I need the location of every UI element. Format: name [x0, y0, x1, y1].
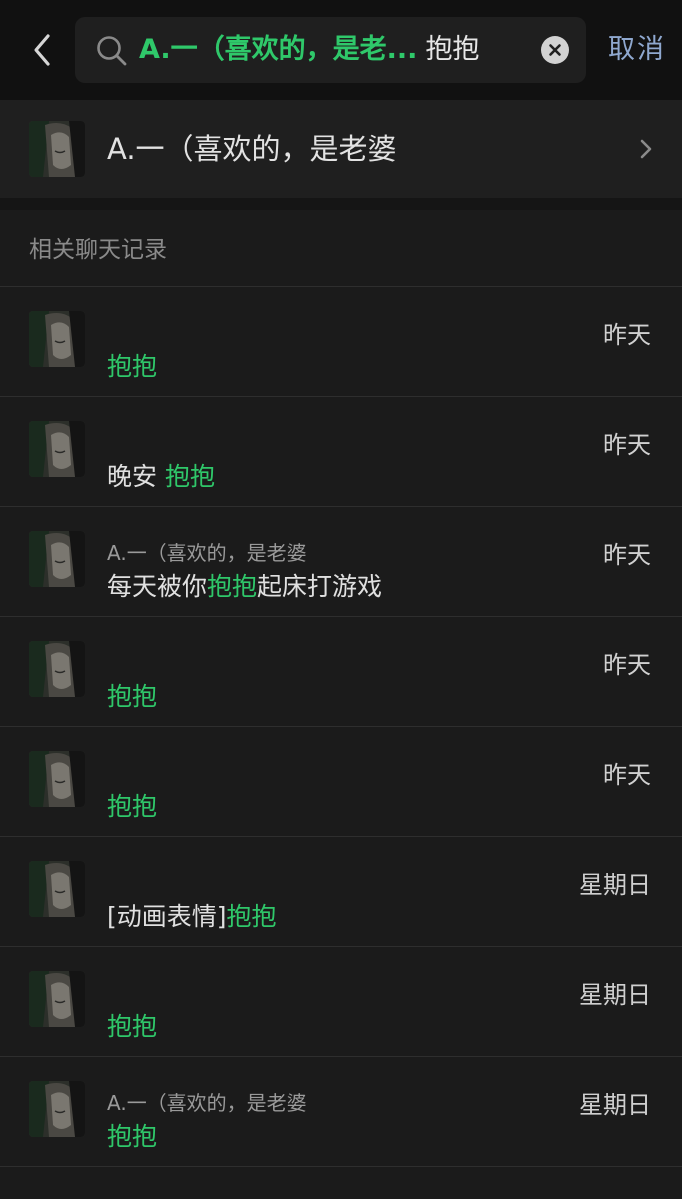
message-text-before: 每天被你 [107, 572, 208, 601]
message-text: 抱抱 [107, 1117, 157, 1153]
message-text-before: [动画表情] [107, 902, 227, 931]
message-text: 晚安 抱抱 [107, 457, 215, 493]
search-icon [97, 36, 127, 66]
message-row-5[interactable]: 昨天 抱抱 [0, 726, 682, 836]
avatar [29, 531, 85, 587]
search-contact-tag[interactable]: A.一（喜欢的，是老... [139, 34, 417, 65]
message-time: 星期日 [579, 1091, 651, 1119]
section-divider [0, 198, 682, 210]
message-keyword-highlight: 抱抱 [107, 1012, 158, 1041]
contact-result[interactable]: A.一（喜欢的，是老婆 [0, 100, 682, 198]
message-row-2[interactable]: 昨天 晚安 抱抱 [0, 396, 682, 506]
message-keyword-highlight: 抱抱 [207, 572, 258, 601]
message-results: 昨天 抱抱 昨天 晚安 抱抱 昨天 A.一（喜欢的，是老婆 每天被你抱抱起床打游… [0, 286, 682, 1167]
message-keyword-highlight: 抱抱 [107, 1122, 158, 1151]
message-row-1[interactable]: 昨天 抱抱 [0, 286, 682, 396]
message-keyword-highlight: 抱抱 [107, 682, 158, 711]
message-keyword-highlight: 抱抱 [107, 792, 158, 821]
search-header: A.一（喜欢的，是老... 抱抱 取消 [0, 0, 682, 100]
avatar [29, 861, 85, 917]
avatar [29, 121, 85, 177]
message-text: 抱抱 [107, 677, 157, 713]
message-text: 抱抱 [107, 1007, 157, 1043]
message-keyword-highlight: 抱抱 [164, 462, 215, 491]
search-input[interactable]: A.一（喜欢的，是老... 抱抱 [75, 17, 586, 83]
message-sender: A.一（喜欢的，是老婆 [107, 1091, 307, 1115]
search-query[interactable]: A.一（喜欢的，是老... 抱抱 [139, 17, 479, 83]
message-time: 昨天 [603, 651, 651, 679]
search-term: 抱抱 [425, 34, 480, 65]
clear-icon [549, 44, 561, 56]
message-time: 昨天 [603, 321, 651, 349]
message-row-7[interactable]: 星期日 抱抱 [0, 946, 682, 1056]
contact-name: A.一（喜欢的，是老婆 [107, 132, 397, 166]
avatar [29, 311, 85, 367]
message-sender: A.一（喜欢的，是老婆 [107, 541, 307, 565]
message-row-8[interactable]: 星期日 A.一（喜欢的，是老婆 抱抱 [0, 1056, 682, 1166]
message-text: 抱抱 [107, 787, 157, 823]
back-chevron-icon [34, 34, 50, 66]
message-time: 昨天 [603, 431, 651, 459]
message-time: 昨天 [603, 761, 651, 789]
avatar [29, 421, 85, 477]
message-text-before: 晚安 [107, 462, 165, 491]
message-time: 星期日 [579, 981, 651, 1009]
list-bottom-divider [0, 1166, 682, 1167]
avatar [29, 641, 85, 697]
message-text: [动画表情]抱抱 [107, 897, 277, 933]
message-keyword-highlight: 抱抱 [107, 352, 158, 381]
message-time: 星期日 [579, 871, 651, 899]
message-text: 抱抱 [107, 347, 157, 383]
message-row-3[interactable]: 昨天 A.一（喜欢的，是老婆 每天被你抱抱起床打游戏 [0, 506, 682, 616]
message-keyword-highlight: 抱抱 [226, 902, 277, 931]
message-time: 昨天 [603, 541, 651, 569]
message-text: 每天被你抱抱起床打游戏 [107, 567, 382, 603]
back-button[interactable] [26, 30, 56, 70]
clear-button[interactable] [541, 36, 569, 64]
avatar [29, 1081, 85, 1137]
section-title: 相关聊天记录 [29, 237, 167, 263]
avatar [29, 751, 85, 807]
avatar [29, 971, 85, 1027]
message-text-after: 起床打游戏 [257, 572, 383, 601]
message-row-4[interactable]: 昨天 抱抱 [0, 616, 682, 726]
message-row-6[interactable]: 星期日 [动画表情]抱抱 [0, 836, 682, 946]
cancel-button[interactable]: 取消 [608, 0, 666, 100]
chevron-right-icon [640, 139, 652, 159]
